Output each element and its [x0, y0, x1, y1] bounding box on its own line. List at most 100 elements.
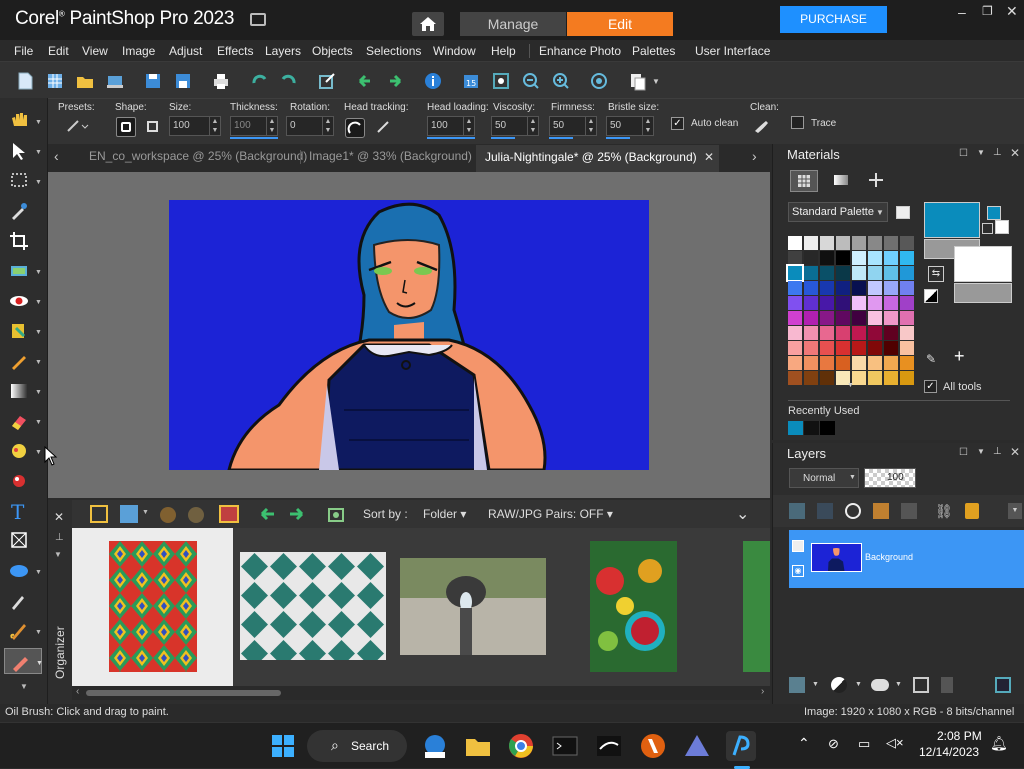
home-button[interactable] — [412, 12, 444, 36]
add-swatch-icon[interactable]: + — [954, 347, 970, 365]
organizer-pin-icon[interactable]: ⊥ — [55, 532, 64, 543]
zoom-in-icon[interactable] — [550, 70, 572, 92]
foreground-color-swatch[interactable] — [924, 202, 980, 238]
more-tools-icon[interactable]: ▼ — [0, 682, 48, 696]
merge-icon[interactable] — [913, 677, 929, 693]
layers-undock-icon[interactable]: ☐ — [959, 447, 968, 458]
rotate-right-icon[interactable] — [278, 70, 300, 92]
color-swatch[interactable] — [820, 266, 834, 280]
chrome-icon[interactable] — [506, 731, 536, 761]
mini-foreground-swatch[interactable] — [987, 206, 1001, 220]
color-swatch[interactable] — [868, 281, 882, 295]
tag-icon[interactable] — [188, 507, 204, 523]
color-swatch[interactable] — [788, 281, 802, 295]
menu-enhance-photo[interactable]: Enhance Photo — [539, 44, 621, 58]
color-swatch[interactable] — [884, 281, 898, 295]
raw-jpg-pairs-dropdown[interactable]: RAW/JPG Pairs: OFF ▾ — [488, 507, 613, 521]
color-swatch[interactable] — [884, 356, 898, 370]
text-tool-icon[interactable]: T — [4, 498, 42, 524]
color-swatch[interactable] — [868, 356, 882, 370]
color-swatch[interactable] — [820, 356, 834, 370]
menu-user-interface[interactable]: User Interface — [695, 44, 770, 58]
undo-icon[interactable] — [354, 70, 376, 92]
color-swatch[interactable] — [788, 236, 802, 250]
pan-tool-icon[interactable]: ▼ — [4, 108, 42, 134]
close-button[interactable]: ✕ — [1006, 3, 1020, 19]
viscosity-slider[interactable] — [491, 137, 515, 139]
color-swatch[interactable] — [868, 341, 882, 355]
open-folder-icon[interactable] — [74, 70, 96, 92]
background-color-swatch[interactable] — [954, 246, 1012, 282]
thumbnail-scroll-thumb[interactable] — [86, 690, 281, 696]
sort-by-dropdown[interactable]: Folder ▾ — [423, 507, 466, 521]
color-swatch[interactable] — [788, 251, 802, 265]
color-swatch[interactable] — [852, 281, 866, 295]
taskbar-search[interactable]: ⌕ Search — [307, 730, 407, 762]
color-swatch[interactable] — [820, 311, 834, 325]
thumbnail-4[interactable] — [553, 528, 713, 686]
mask-icon[interactable] — [871, 679, 889, 691]
materials-close-icon[interactable]: ✕ — [1010, 146, 1020, 160]
menu-palettes[interactable]: Palettes — [632, 44, 675, 58]
layer-visibility-icon[interactable]: ◉ — [792, 565, 804, 577]
app-icon-dark[interactable] — [594, 731, 624, 761]
color-swatch[interactable] — [868, 326, 882, 340]
layer-properties-dropdown-icon[interactable]: ▼ — [812, 681, 819, 688]
paintshop-pro-taskbar-icon[interactable] — [726, 731, 756, 761]
color-swatch[interactable] — [852, 356, 866, 370]
swap-colors-small-icon[interactable] — [982, 223, 993, 234]
color-swatch[interactable] — [868, 251, 882, 265]
color-swatch[interactable] — [788, 371, 802, 385]
thumbnail-scrollbar[interactable]: ‹ › — [72, 686, 770, 700]
print-icon[interactable] — [210, 70, 232, 92]
bristle-size-slider[interactable] — [606, 137, 630, 139]
doc-tab-image1[interactable]: Image1* @ 33% (Background) — [309, 149, 472, 163]
color-swatch[interactable] — [820, 236, 834, 250]
color-swatch[interactable] — [884, 311, 898, 325]
materials-menu-icon[interactable]: ▼ — [977, 148, 985, 157]
new-from-template-icon[interactable] — [44, 70, 66, 92]
color-swatch[interactable] — [820, 326, 834, 340]
color-swatch[interactable] — [868, 371, 882, 385]
color-swatch[interactable] — [900, 281, 914, 295]
blend-dropdown-icon[interactable]: ▼ — [855, 681, 862, 688]
color-swatch[interactable] — [804, 371, 818, 385]
calendar-icon[interactable]: 15 — [460, 70, 482, 92]
tab-manage[interactable]: Manage — [460, 12, 566, 36]
layer-expand-icon[interactable] — [792, 540, 804, 552]
file-explorer-icon[interactable] — [463, 731, 493, 761]
menu-window[interactable]: Window — [433, 44, 476, 58]
all-tools-checkbox[interactable]: ✓ — [924, 380, 937, 393]
color-swatch[interactable] — [868, 236, 882, 250]
layers-pin-icon[interactable]: ⊥ — [993, 446, 1002, 457]
color-swatch[interactable] — [836, 341, 850, 355]
rotate-thumb-right-icon[interactable] — [286, 505, 306, 523]
thumbnail-1[interactable] — [72, 528, 233, 686]
layer-tools-icon[interactable] — [995, 677, 1011, 693]
menu-file[interactable]: File — [14, 44, 33, 58]
tabs-scroll-right-icon[interactable]: › — [752, 148, 757, 164]
clean-brush-button[interactable] — [752, 117, 770, 135]
opacity-input[interactable]: 100 — [864, 468, 916, 488]
terminal-icon[interactable] — [550, 731, 580, 761]
color-swatch[interactable] — [820, 251, 834, 265]
close-tab-icon[interactable]: ✕ — [704, 150, 714, 164]
half-life-icon[interactable] — [638, 731, 668, 761]
auto-clean-checkbox[interactable]: ✓ — [671, 117, 684, 130]
color-swatch[interactable] — [852, 266, 866, 280]
color-swatch[interactable] — [820, 296, 834, 310]
menu-selections[interactable]: Selections — [366, 44, 421, 58]
link-icon[interactable]: ⛓ — [935, 503, 953, 519]
color-swatch[interactable] — [884, 251, 898, 265]
windows-start-icon[interactable] — [268, 731, 298, 761]
mask-dropdown-icon[interactable]: ▼ — [895, 681, 902, 688]
sort-icon[interactable] — [160, 507, 176, 523]
thickness-slider[interactable] — [230, 137, 278, 139]
group-layer-icon[interactable] — [901, 503, 917, 519]
delete-layer-icon[interactable] — [941, 677, 953, 693]
navigation-icon[interactable] — [90, 505, 108, 523]
head-loading-slider[interactable] — [427, 137, 475, 139]
color-swatch[interactable] — [820, 341, 834, 355]
firmness-input[interactable]: 50 ▲ ▼ — [549, 116, 597, 136]
head-tracking-pen-button[interactable] — [345, 118, 365, 138]
